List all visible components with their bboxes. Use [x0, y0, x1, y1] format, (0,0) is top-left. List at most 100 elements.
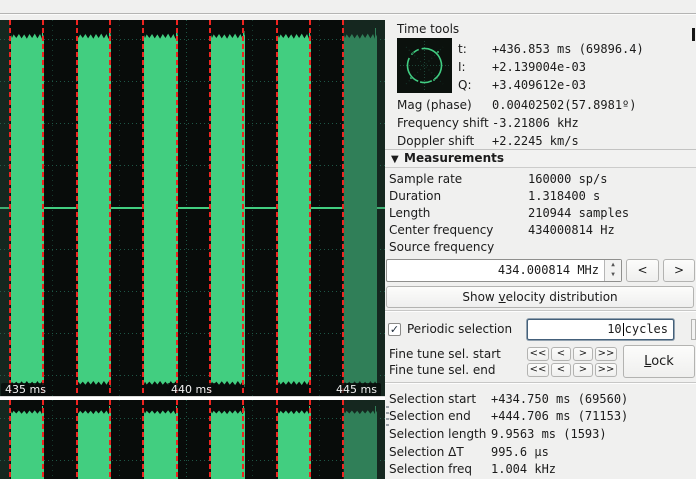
grid-line-vertical-minor: [252, 400, 253, 479]
measurement-label: Sample rate: [389, 172, 528, 186]
fine-tune-step-button[interactable]: <: [551, 347, 571, 361]
selection-boundary-line[interactable]: [142, 20, 144, 396]
lock-button[interactable]: Lock: [623, 345, 695, 378]
frequency-prev-button[interactable]: <: [626, 259, 659, 282]
selection-boundary-line[interactable]: [309, 400, 311, 479]
text-cursor: [623, 323, 624, 336]
waveform-display[interactable]: 435 ms440 ms445 ms: [0, 0, 385, 479]
frequency-spinbox[interactable]: 434.000814 MHz ▲ ▼: [386, 259, 622, 282]
time-axis-label: 435 ms: [1, 383, 50, 396]
periodic-selection-label[interactable]: Periodic selection: [407, 322, 512, 336]
signal-burst: [144, 400, 178, 479]
panel-title: Time tools: [397, 22, 459, 36]
selection-boundary-line[interactable]: [109, 20, 111, 396]
selection-row: Selection end+444.706 ms (71153): [389, 408, 694, 426]
selection-boundary-line[interactable]: [142, 400, 144, 479]
fine-tune-start-label: Fine tune sel. start: [389, 347, 501, 361]
waveform-panel-lower[interactable]: [0, 400, 385, 479]
signal-burst: [211, 400, 245, 479]
selection-boundary-line[interactable]: [342, 20, 344, 396]
waveform-panel-upper[interactable]: 435 ms440 ms445 ms: [0, 20, 385, 396]
tool-row: Mag (phase)0.00402502(57.8981º): [397, 96, 694, 114]
spinner-arrows-icon[interactable]: ▲ ▼: [604, 260, 621, 281]
measurement-label: Duration: [389, 189, 528, 203]
selection-boundary-line[interactable]: [276, 400, 278, 479]
selection-boundary-line[interactable]: [309, 20, 311, 396]
grid-line-vertical: [186, 400, 187, 479]
signal-burst-fill: [144, 408, 178, 479]
grid-line-vertical-minor: [319, 400, 320, 479]
selection-label: Selection freq: [389, 462, 491, 476]
selection-boundary-line[interactable]: [176, 400, 178, 479]
spin-down-icon[interactable]: ▼: [611, 271, 615, 278]
selection-boundary-line[interactable]: [276, 20, 278, 396]
tool-value: -3.21806 kHz: [492, 116, 579, 130]
selection-boundary-line[interactable]: [76, 20, 78, 396]
measurement-value: 434000814 Hz: [528, 223, 615, 237]
selection-boundary-line[interactable]: [176, 20, 178, 396]
selection-boundary-line[interactable]: [9, 20, 11, 396]
selection-boundary-line[interactable]: [209, 20, 211, 396]
measurement-label: Center frequency: [389, 223, 528, 237]
selection-label: Selection length: [389, 427, 491, 441]
signal-burst: [278, 400, 311, 479]
iq-readout-rows: t:+436.853 ms (69896.4)I:+2.139004e-03Q:…: [458, 40, 644, 94]
grid-line-horizontal: [0, 249, 385, 250]
signal-center-line: [0, 207, 385, 209]
fine-tune-step-button[interactable]: <: [551, 363, 571, 377]
clipped-spinner-fragment: [691, 319, 696, 340]
signal-burst-fill: [278, 408, 311, 479]
frequency-next-button[interactable]: >: [663, 259, 695, 282]
selection-boundary-line[interactable]: [76, 400, 78, 479]
time-axis-label: 445 ms: [332, 383, 381, 396]
grid-line-horizontal: [0, 375, 385, 376]
tool-label: Frequency shift: [397, 116, 492, 130]
grid-line-horizontal: [0, 333, 385, 334]
selection-rows: Selection start+434.750 ms (69560)Select…: [389, 390, 694, 478]
tool-value: 0.00402502(57.8981º): [492, 98, 637, 112]
iq-label: I:: [458, 60, 492, 74]
grid-line-vertical-minor: [52, 400, 53, 479]
cycles-input[interactable]: 10 cycles: [527, 319, 674, 340]
signal-burst: [11, 400, 44, 479]
selection-value: +444.706 ms (71153): [491, 409, 628, 423]
signal-burst-fill: [211, 408, 245, 479]
fine-tune-step-button[interactable]: >: [573, 347, 593, 361]
collapse-icon[interactable]: ▼: [391, 151, 399, 168]
spin-up-icon[interactable]: ▲: [611, 261, 615, 268]
measurement-row: Center frequency434000814 Hz: [389, 221, 694, 238]
selection-boundary-line[interactable]: [42, 20, 44, 396]
measurement-row: Sample rate160000 sp/s: [389, 170, 694, 187]
measurement-rows: Sample rate160000 sp/sDuration1.318400 s…: [389, 170, 694, 255]
iq-value: +3.409612e-03: [492, 78, 586, 92]
selection-boundary-line[interactable]: [242, 400, 244, 479]
fine-tune-step-button[interactable]: >>: [595, 347, 617, 361]
frequency-value[interactable]: 434.000814 MHz: [498, 263, 599, 277]
outside-selection-overlay: [343, 400, 385, 479]
fine-tune-step-button[interactable]: >>: [595, 363, 617, 377]
cycles-value[interactable]: 10: [607, 322, 621, 336]
selection-boundary-line[interactable]: [209, 400, 211, 479]
selection-boundary-line[interactable]: [109, 400, 111, 479]
selection-row: Selection length9.9563 ms (1593): [389, 425, 694, 443]
iq-value: +2.139004e-03: [492, 60, 586, 74]
fine-tune-step-button[interactable]: <<: [527, 363, 549, 377]
fine-tune-step-button[interactable]: <<: [527, 347, 549, 361]
periodic-selection-checkbox[interactable]: ✓: [388, 323, 401, 336]
selection-label: Selection ΔT: [389, 445, 491, 459]
selection-label: Selection start: [389, 392, 491, 406]
signal-burst-fill: [144, 31, 178, 387]
measurements-header[interactable]: ▼ Measurements: [385, 149, 696, 168]
selection-value: +434.750 ms (69560): [491, 392, 628, 406]
selection-boundary-line[interactable]: [9, 400, 11, 479]
selection-boundary-line[interactable]: [242, 20, 244, 396]
show-velocity-distribution-button[interactable]: Show velocity distribution: [386, 286, 694, 308]
iq-label: t:: [458, 42, 492, 56]
signal-burst-fill: [78, 408, 111, 479]
selection-boundary-line[interactable]: [42, 400, 44, 479]
iq-row: Q:+3.409612e-03: [458, 76, 644, 94]
selection-boundary-line[interactable]: [342, 400, 344, 479]
fine-tune-step-button[interactable]: >: [573, 363, 593, 377]
selection-row: Selection start+434.750 ms (69560): [389, 390, 694, 408]
tool-value: +2.2245 km/s: [492, 134, 579, 148]
